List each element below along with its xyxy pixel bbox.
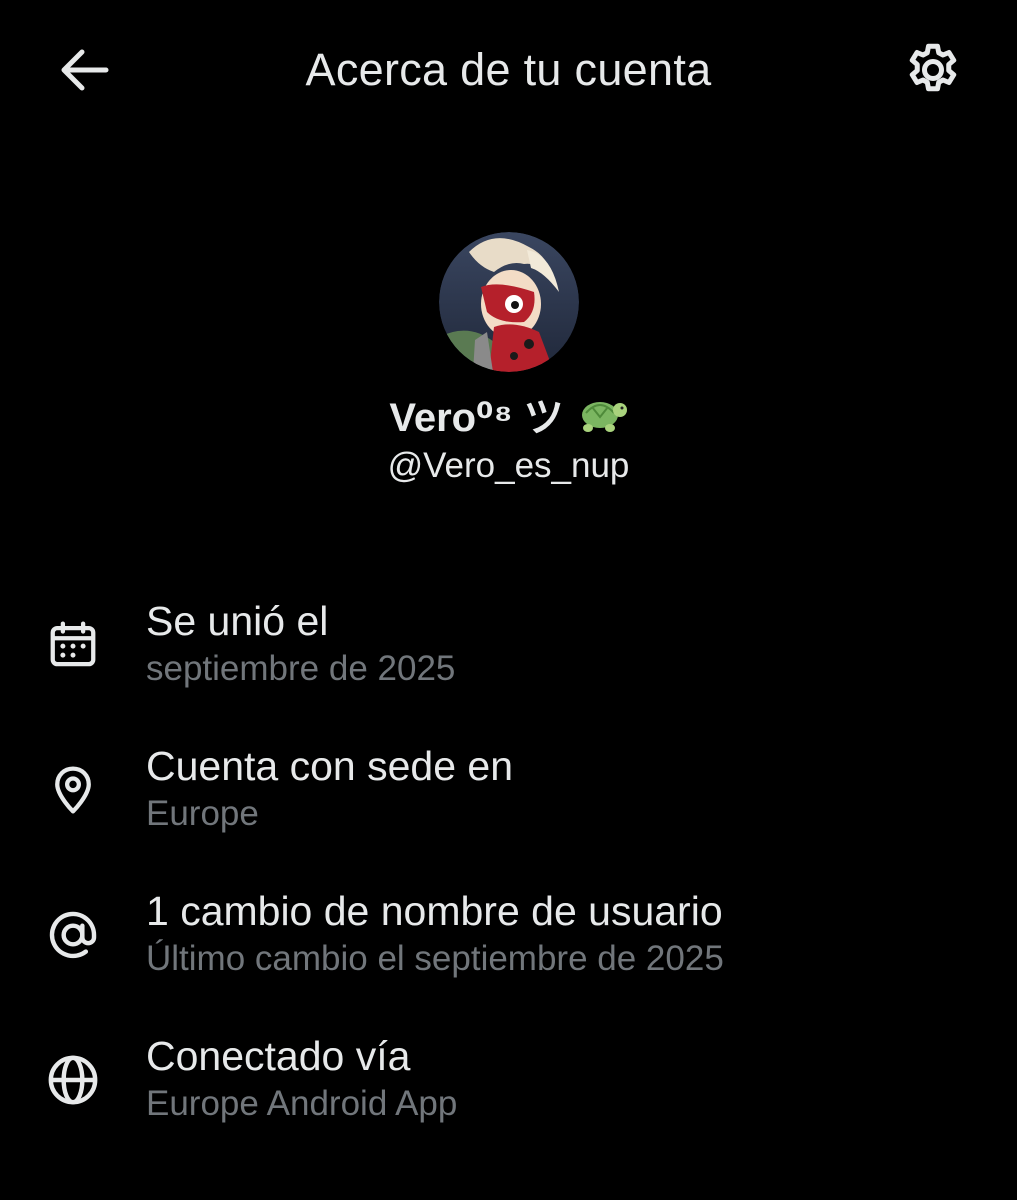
joined-date-item: Se unió el septiembre de 2025 bbox=[0, 590, 1017, 735]
avatar[interactable] bbox=[438, 232, 579, 372]
info-title: Conectado vía bbox=[146, 1033, 411, 1079]
top-bar: Acerca de tu cuenta bbox=[0, 0, 1017, 140]
location-pin-icon bbox=[44, 761, 102, 819]
turtle-emoji bbox=[581, 402, 627, 432]
profile-section: Vero⁰⁸ ツ @Vero_es_nup bbox=[0, 232, 1017, 488]
info-subtitle: septiembre de 2025 bbox=[146, 649, 456, 688]
globe-icon bbox=[44, 1051, 102, 1109]
settings-button[interactable] bbox=[900, 38, 966, 102]
info-title: Cuenta con sede en bbox=[146, 743, 513, 789]
page-title: Acerca de tu cuenta bbox=[305, 44, 712, 95]
display-name-row: Vero⁰⁸ ツ bbox=[0, 384, 1017, 444]
info-title: Se unió el bbox=[146, 598, 329, 644]
gear-icon bbox=[909, 43, 957, 92]
username-handle: @Vero_es_nup bbox=[387, 446, 630, 485]
calendar-icon bbox=[44, 616, 102, 674]
display-name: Vero⁰⁸ ツ bbox=[389, 396, 564, 440]
account-info-list: Se unió el septiembre de 2025 Cuenta con… bbox=[0, 590, 1017, 1170]
info-subtitle: Europe Android App bbox=[146, 1084, 458, 1123]
account-location-item: Cuenta con sede en Europe bbox=[0, 735, 1017, 880]
info-subtitle: Último cambio el septiembre de 2025 bbox=[146, 939, 724, 978]
info-title: 1 cambio de nombre de usuario bbox=[146, 888, 723, 934]
connected-via-item: Conectado vía Europe Android App bbox=[0, 1025, 1017, 1170]
info-subtitle: Europe bbox=[146, 794, 259, 833]
at-sign-icon bbox=[44, 906, 102, 964]
username-changes-item: 1 cambio de nombre de usuario Último cam… bbox=[0, 880, 1017, 1025]
